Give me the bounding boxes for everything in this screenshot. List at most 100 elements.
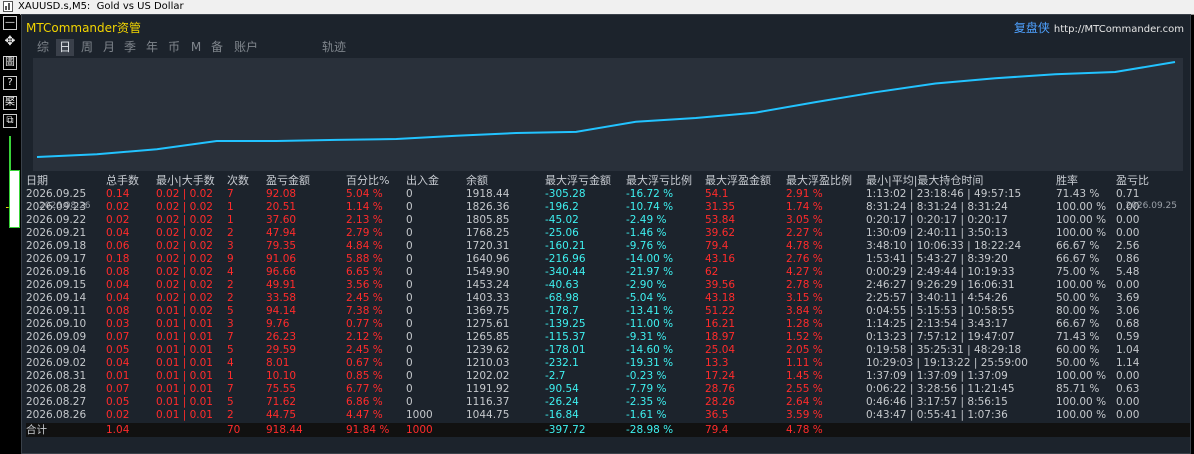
tab-6[interactable]: 币 xyxy=(165,39,183,56)
cell-minmax: 0.01 | 0.01 xyxy=(156,357,213,369)
cell-pnl: 94.14 xyxy=(266,305,297,317)
cell-maxfl: -178.7 xyxy=(545,305,579,317)
cell-maxfpp: 4.27 % xyxy=(786,266,823,278)
cell-winrate: 75.00 % xyxy=(1056,266,1100,278)
brand-label[interactable]: MTCommander资管 xyxy=(26,19,141,36)
cell-pnl: 26.23 xyxy=(266,331,297,343)
cell-minmax: 0.02 | 0.02 xyxy=(156,188,213,200)
table-row[interactable]: 2026.09.23 0.02 0.02 | 0.02 1 20.51 1.14 % 0 18… xyxy=(26,201,1190,214)
help-icon[interactable]: ? xyxy=(3,76,17,90)
header-minmax: 最小|大手数 xyxy=(156,174,215,187)
cell-maxfl: -305.28 xyxy=(545,188,586,200)
header-date: 日期 xyxy=(26,174,48,187)
table-row[interactable]: 2026.09.22 0.02 0.02 | 0.02 1 37.60 2.13 % 0 18… xyxy=(26,214,1190,227)
cell-maxfp: 17.24 xyxy=(705,370,736,382)
cell-maxfpp: 1.52 % xyxy=(786,331,823,343)
cell-winrate: 66.67 % xyxy=(1056,240,1100,252)
tab-3[interactable]: 月 xyxy=(100,39,118,56)
table-row[interactable]: 2026.09.04 0.05 0.01 | 0.01 5 29.59 2.45 % 0 12… xyxy=(26,344,1190,357)
tab-4[interactable]: 季 xyxy=(121,39,139,56)
window-icon[interactable]: ⧉ xyxy=(3,114,17,128)
cell-pf: 0.00 xyxy=(1116,409,1140,421)
tab-1[interactable]: 日 xyxy=(56,39,74,56)
cell-pf: 3.69 xyxy=(1116,292,1140,304)
settings-icon[interactable]: 棸 xyxy=(3,96,17,110)
cell-count: 7 xyxy=(227,331,234,343)
tab-9[interactable]: 账户 xyxy=(231,39,261,56)
cell-holdtime: 1:53:41 | 5:43:27 | 8:39:20 xyxy=(866,253,1008,265)
replay-link[interactable]: 复盘侠 http://MTCommander.com xyxy=(1014,19,1184,36)
cell-balance: 1768.25 xyxy=(466,227,510,239)
cell-pct: 0.85 % xyxy=(346,370,383,382)
cell-lots: 0.14 xyxy=(106,188,130,200)
cell-holdtime: 2:25:57 | 3:40:11 | 4:54:26 xyxy=(866,292,1008,304)
cell-maxflp: -2.90 % xyxy=(626,279,667,291)
table-row[interactable]: 2026.08.28 0.07 0.01 | 0.01 7 75.55 6.77 % 0 11… xyxy=(26,383,1190,396)
cell-lots: 0.05 xyxy=(106,396,130,408)
table-row[interactable]: 2026.09.11 0.08 0.01 | 0.02 5 94.14 7.38 % 0 13… xyxy=(26,305,1190,318)
cell-maxfpp: 1.11 % xyxy=(786,357,823,369)
cell-io: 0 xyxy=(406,370,413,382)
table-row[interactable]: 2026.08.27 0.05 0.01 | 0.01 5 71.62 6.86 % 0 11… xyxy=(26,396,1190,409)
table-row[interactable]: 2026.09.15 0.04 0.02 | 0.02 2 49.91 3.56 % 0 14… xyxy=(26,279,1190,292)
cell-minmax: 0.02 | 0.02 xyxy=(156,292,213,304)
library-icon[interactable]: 圕 xyxy=(3,56,17,70)
tab-2[interactable]: 周 xyxy=(78,39,96,56)
cell-maxflp: -21.97 % xyxy=(626,266,674,278)
daily-stats-table: 日期 总手数 最小|大手数 次数 盈亏金额 百分比% 出入金 余额 最大浮亏金额 最大浮亏比例 最大… xyxy=(26,173,1190,437)
table-row[interactable]: 2026.09.18 0.06 0.02 | 0.02 3 79.35 4.84 % 0 17… xyxy=(26,240,1190,253)
replay-label[interactable]: 复盘侠 xyxy=(1014,21,1050,35)
tab-5[interactable]: 年 xyxy=(143,39,161,56)
cell-lots: 0.08 xyxy=(106,266,130,278)
table-row[interactable]: 2026.09.02 0.04 0.01 | 0.01 4 8.01 0.67 % 0 121… xyxy=(26,357,1190,370)
table-row[interactable]: 2026.09.14 0.04 0.02 | 0.02 2 33.58 2.45 % 0 14… xyxy=(26,292,1190,305)
cell-minmax: 0.02 | 0.02 xyxy=(156,253,213,265)
replay-url[interactable]: http://MTCommander.com xyxy=(1054,24,1184,35)
minimize-icon[interactable]: — xyxy=(3,16,17,30)
table-row[interactable]: 2026.08.26 0.02 0.01 | 0.01 2 44.75 4.47 % 100… xyxy=(26,409,1190,422)
cell-balance: 1210.03 xyxy=(466,357,510,369)
cell-date: 2026.09.23 xyxy=(26,201,87,213)
table-row[interactable]: 2026.09.17 0.18 0.02 | 0.02 9 91.06 5.88 % 0 16… xyxy=(26,253,1190,266)
cell-count: 1 xyxy=(227,214,234,226)
header-pf: 盈亏比 xyxy=(1116,174,1149,187)
total-maxflp: -28.98 % xyxy=(626,424,674,436)
cell-pnl: 75.55 xyxy=(266,383,297,395)
cell-count: 1 xyxy=(227,201,234,213)
cell-pnl: 49.91 xyxy=(266,279,297,291)
cell-balance: 1453.24 xyxy=(466,279,510,291)
cell-pct: 2.12 % xyxy=(346,331,383,343)
tab-7[interactable]: M xyxy=(187,39,205,56)
cell-pnl: 8.01 xyxy=(266,357,290,369)
cell-maxflp: -11.00 % xyxy=(626,318,674,330)
cell-winrate: 66.67 % xyxy=(1056,318,1100,330)
cell-pct: 2.45 % xyxy=(346,344,383,356)
tab-0[interactable]: 综 xyxy=(34,39,52,56)
cell-balance: 1403.33 xyxy=(466,292,510,304)
table-row[interactable]: 2026.09.21 0.04 0.02 | 0.02 2 47.94 2.79 % 0 17… xyxy=(26,227,1190,240)
header-holdtime: 最小|平均|最大持仓时间 xyxy=(866,174,984,187)
cell-pnl: 91.06 xyxy=(266,253,297,265)
table-row[interactable]: 2026.09.10 0.03 0.01 | 0.01 3 9.76 0.77 % 0 127… xyxy=(26,318,1190,331)
cell-maxflp: -10.74 % xyxy=(626,201,674,213)
cell-pf: 0.00 xyxy=(1116,396,1140,408)
cell-maxflp: -1.61 % xyxy=(626,409,667,421)
cell-count: 9 xyxy=(227,253,234,265)
tab-10[interactable]: 轨迹 xyxy=(319,39,349,56)
move-icon[interactable]: ✥ xyxy=(3,35,17,50)
tab-8[interactable]: 备 xyxy=(208,39,226,56)
cell-maxfl: -16.84 xyxy=(545,409,579,421)
cell-minmax: 0.01 | 0.01 xyxy=(156,344,213,356)
table-row[interactable]: 2026.09.16 0.08 0.02 | 0.02 4 96.66 6.65 % 0 15… xyxy=(26,266,1190,279)
cell-minmax: 0.02 | 0.02 xyxy=(156,227,213,239)
chart-window-icon xyxy=(3,1,13,12)
cell-io: 0 xyxy=(406,383,413,395)
table-row[interactable]: 2026.08.31 0.01 0.01 | 0.01 1 10.10 0.85 % 0 12… xyxy=(26,370,1190,383)
cell-date: 2026.08.31 xyxy=(26,370,87,382)
table-row[interactable]: 2026.09.25 0.14 0.02 | 0.02 7 92.08 5.04 % 0 19… xyxy=(26,188,1190,201)
table-row[interactable]: 2026.09.09 0.07 0.01 | 0.01 7 26.23 2.12 % 0 12… xyxy=(26,331,1190,344)
cell-pct: 1.14 % xyxy=(346,201,383,213)
price-scale-marker: ⁃ xyxy=(0,136,20,230)
cell-pf: 3.06 xyxy=(1116,305,1140,317)
cell-io: 0 xyxy=(406,318,413,330)
